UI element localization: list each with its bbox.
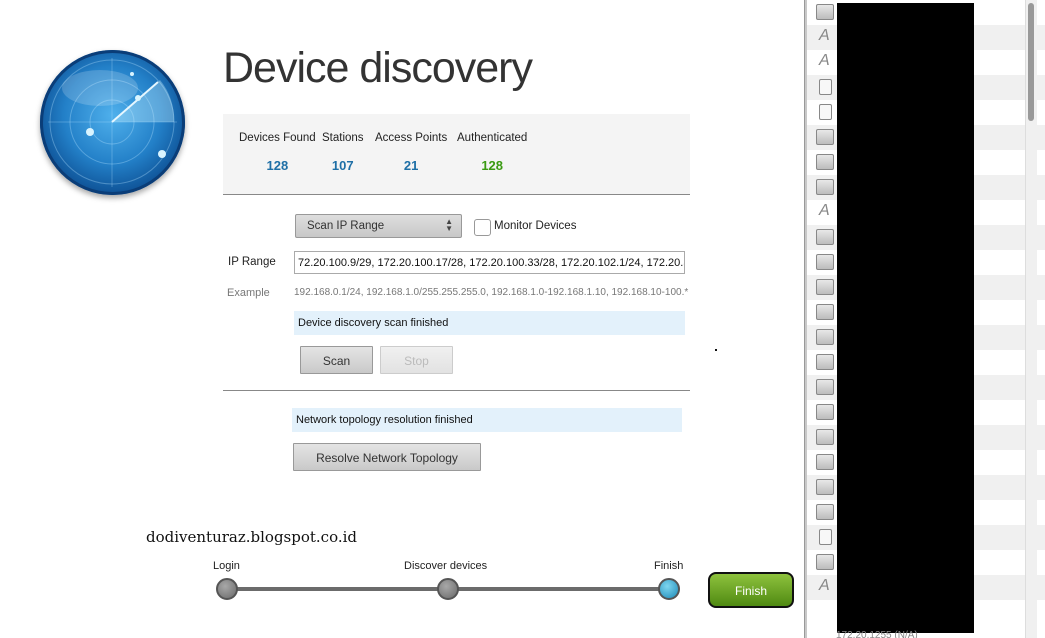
radar-logo-icon	[40, 50, 185, 195]
stat-label: Devices Found	[239, 132, 316, 144]
device-icon	[816, 279, 834, 295]
scrollbar-thumb[interactable]	[1028, 3, 1034, 121]
device-icon	[816, 179, 834, 195]
stray-pixel	[715, 349, 717, 351]
device-icon	[816, 4, 834, 20]
stat-access-points: Access Points 21	[375, 132, 447, 173]
device-icon	[816, 379, 834, 395]
topology-status-message: Network topology resolution finished	[292, 408, 682, 432]
resolve-topology-button[interactable]: Resolve Network Topology	[293, 443, 481, 471]
stat-value: 128	[481, 158, 504, 173]
stat-devices-found: Devices Found 128	[239, 132, 316, 173]
monitor-devices-checkbox[interactable]	[474, 219, 491, 236]
device-icon	[816, 504, 834, 520]
device-icon	[816, 454, 834, 470]
stat-label: Access Points	[375, 132, 448, 144]
access-point-icon: A	[819, 52, 830, 69]
stat-value: 128	[266, 158, 289, 173]
access-point-icon: A	[819, 577, 830, 594]
device-icon	[816, 254, 834, 270]
device-list-partial-row: 172.20.1255 (N/A)	[836, 630, 918, 638]
page-title: Device discovery	[223, 44, 533, 92]
scan-mode-select[interactable]: Scan IP Range ▲ ▼	[295, 214, 462, 238]
section-divider	[223, 194, 690, 195]
step-label-discover: Discover devices	[404, 560, 488, 572]
stat-label: Stations	[322, 132, 364, 144]
example-label: Example	[227, 287, 270, 299]
device-icon	[816, 329, 834, 345]
device-icon	[816, 354, 834, 370]
document-icon	[819, 104, 832, 120]
scan-mode-value: Scan IP Range	[307, 220, 385, 232]
device-icon	[816, 304, 834, 320]
monitor-devices-label: Monitor Devices	[494, 220, 577, 232]
stat-value: 107	[331, 158, 354, 173]
device-icon	[816, 129, 834, 145]
device-icon	[816, 554, 834, 570]
stat-label: Authenticated	[457, 132, 528, 144]
document-icon	[819, 79, 832, 95]
finish-button[interactable]: Finish	[708, 572, 794, 608]
select-arrows-icon: ▲ ▼	[445, 217, 453, 233]
stat-authenticated: Authenticated 128	[457, 132, 527, 173]
example-text: 192.168.0.1/24, 192.168.1.0/255.255.255.…	[294, 287, 689, 298]
step-dot-discover[interactable]	[437, 578, 459, 600]
stat-value: 21	[403, 158, 419, 173]
ip-range-label: IP Range	[228, 256, 276, 268]
scan-button[interactable]: Scan	[300, 346, 373, 374]
scan-status-message: Device discovery scan finished	[294, 311, 685, 335]
stats-panel: Devices Found 128 Stations 107 Access Po…	[223, 114, 690, 194]
redacted-device-names	[837, 3, 974, 633]
step-label-finish: Finish	[654, 560, 684, 572]
document-icon	[819, 529, 832, 545]
stat-stations: Stations 107	[322, 132, 364, 173]
access-point-icon: A	[819, 27, 830, 44]
device-icon	[816, 154, 834, 170]
step-dot-login[interactable]	[216, 578, 238, 600]
device-icon	[816, 229, 834, 245]
watermark-text: dodiventuraz.blogspot.co.id	[146, 528, 358, 546]
step-dot-finish[interactable]	[658, 578, 680, 600]
step-label-login: Login	[213, 560, 240, 572]
access-point-icon: A	[819, 202, 830, 219]
device-icon	[816, 404, 834, 420]
device-icon	[816, 429, 834, 445]
ip-range-input[interactable]	[294, 251, 685, 274]
device-icon	[816, 479, 834, 495]
stop-button[interactable]: Stop	[380, 346, 453, 374]
section-divider	[223, 390, 690, 391]
